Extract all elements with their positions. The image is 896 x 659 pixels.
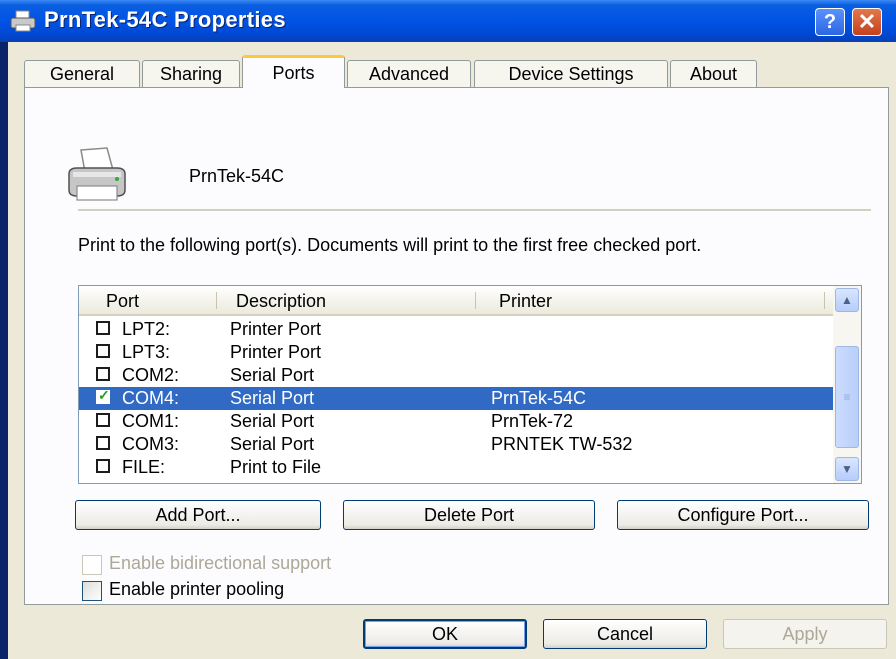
delete-port-button[interactable]: Delete Port: [343, 500, 595, 530]
port-checkbox[interactable]: [96, 321, 110, 335]
help-button[interactable]: ?: [815, 8, 845, 36]
printer-pooling-checkbox[interactable]: [82, 581, 102, 601]
port-printer: PRNTEK TW-532: [491, 434, 633, 454]
port-name: COM1:: [122, 411, 180, 431]
port-description: Print to File: [230, 457, 322, 477]
bidirectional-support-checkbox[interactable]: [82, 555, 102, 575]
port-checkbox[interactable]: [96, 436, 110, 450]
printer-pooling-label: Enable printer pooling: [109, 579, 285, 599]
port-checkbox[interactable]: [96, 367, 110, 381]
tab-device-settings[interactable]: Device Settings: [474, 60, 668, 87]
scroll-down-button[interactable]: ▼: [835, 457, 859, 481]
port-printer: PrnTek-72: [491, 411, 574, 431]
port-description: Serial Port: [230, 411, 315, 431]
port-name: COM2:: [122, 365, 180, 385]
port-row[interactable]: LPT3: Printer Port: [79, 341, 833, 364]
checkmark-icon: ✓: [98, 387, 110, 403]
vertical-scrollbar[interactable]: ▲ ≡ ▼: [833, 286, 861, 483]
ports-description: Print to the following port(s). Document…: [78, 235, 702, 255]
ok-button[interactable]: OK: [363, 619, 527, 649]
port-checkbox[interactable]: [96, 344, 110, 358]
chevron-up-icon: ▲: [841, 293, 853, 307]
port-row[interactable]: COM2: Serial Port: [79, 364, 833, 387]
port-row[interactable]: COM3: Serial Port PRNTEK TW-532: [79, 433, 833, 456]
properties-dialog: PrnTek-54C Properties ? ✕ General Sharin…: [0, 0, 896, 659]
tab-advanced[interactable]: Advanced: [347, 60, 471, 87]
port-description: Serial Port: [230, 365, 315, 385]
dialog-body: General Sharing Ports Advanced Device Se…: [8, 42, 896, 659]
printer-name: PrnTek-54C: [189, 166, 285, 186]
column-header-description[interactable]: Description: [236, 291, 326, 312]
port-description: Serial Port: [230, 434, 315, 454]
tab-sharing[interactable]: Sharing: [142, 60, 240, 87]
port-description: Printer Port: [230, 319, 322, 339]
port-name: LPT3:: [122, 342, 171, 362]
port-name: COM3:: [122, 434, 180, 454]
port-printer: PrnTek-54C: [491, 388, 587, 408]
port-name: LPT2:: [122, 319, 171, 339]
port-row-selected[interactable]: ✓ COM4: Serial Port PrnTek-54C: [79, 387, 833, 410]
port-row[interactable]: FILE: Print to File: [79, 456, 833, 479]
column-divider[interactable]: [216, 292, 217, 309]
scroll-thumb[interactable]: ≡: [835, 346, 859, 448]
port-name: COM4:: [122, 388, 180, 408]
port-list[interactable]: Port Description Printer LPT2: Printer P…: [78, 285, 862, 484]
configure-port-button[interactable]: Configure Port...: [617, 500, 869, 530]
column-divider[interactable]: [824, 292, 825, 309]
column-divider[interactable]: [475, 292, 476, 309]
add-port-button[interactable]: Add Port...: [75, 500, 321, 530]
separator: [78, 209, 871, 212]
port-description: Printer Port: [230, 342, 322, 362]
tab-ports[interactable]: Ports: [242, 55, 345, 88]
printer-icon: [68, 147, 126, 201]
port-row[interactable]: COM1: Serial Port PrnTek-72: [79, 410, 833, 433]
list-header: Port Description Printer: [79, 286, 833, 316]
column-header-printer[interactable]: Printer: [499, 291, 552, 312]
title-bar[interactable]: PrnTek-54C Properties ? ✕: [0, 0, 896, 42]
port-row[interactable]: LPT2: Printer Port: [79, 318, 833, 341]
bidirectional-support-label: Enable bidirectional support: [109, 553, 332, 573]
ports-tab-panel: PrnTek-54C Print to the following port(s…: [24, 87, 889, 605]
cancel-button[interactable]: Cancel: [543, 619, 707, 649]
tab-general[interactable]: General: [24, 60, 140, 87]
printer-icon: [10, 10, 36, 32]
port-checkbox-checked[interactable]: ✓: [96, 387, 110, 404]
port-checkbox[interactable]: [96, 413, 110, 427]
close-button[interactable]: ✕: [852, 8, 882, 36]
port-name: FILE:: [122, 457, 166, 477]
tab-about[interactable]: About: [670, 60, 757, 87]
port-description: Serial Port: [230, 388, 315, 408]
scroll-up-button[interactable]: ▲: [835, 288, 859, 312]
grip-icon: ≡: [843, 390, 851, 404]
apply-button[interactable]: Apply: [723, 619, 887, 649]
column-header-port[interactable]: Port: [106, 291, 139, 312]
chevron-down-icon: ▼: [841, 462, 853, 476]
window-title: PrnTek-54C Properties: [44, 7, 286, 32]
port-checkbox[interactable]: [96, 459, 110, 473]
